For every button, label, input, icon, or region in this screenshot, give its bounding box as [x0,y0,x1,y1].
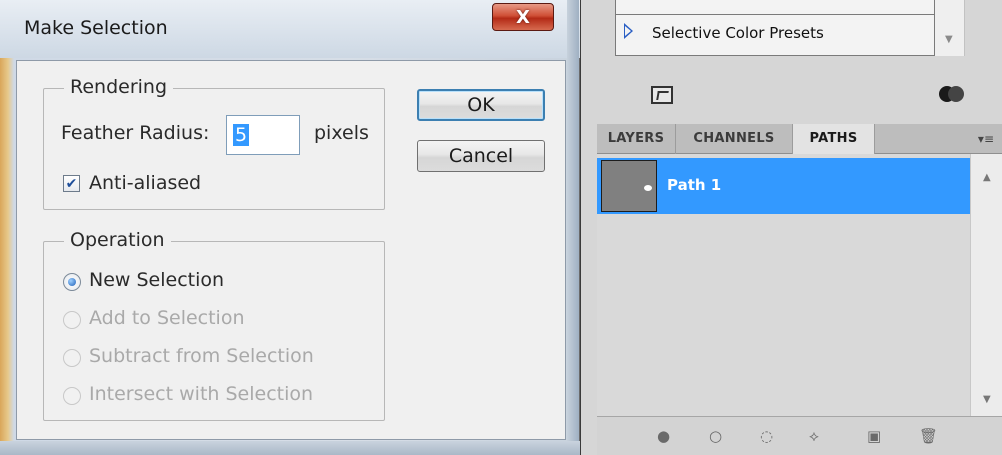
panel-tabs: LAYERS CHANNELS PATHS ▾≡ [597,124,1002,154]
dialog-frame-bottom [0,441,580,455]
checkmark-icon: ✔ [65,175,78,192]
paths-bottom-toolbar: ● ○ ◌ ⟡ ▣ 🗑 [597,416,1002,455]
resize-panel-icon[interactable] [651,86,673,104]
intersect-with-selection-label: Intersect with Selection [89,383,314,405]
dialog-title: Make Selection [24,17,168,39]
new-path-icon[interactable]: ▣ [867,429,881,444]
path-row[interactable]: Path 1 [597,158,970,214]
subtract-from-selection-label: Subtract from Selection [89,345,314,367]
photoshop-panel-dock: Selective Color Presets ▼ LAYERS CHANNEL… [581,0,1002,455]
presets-list: Selective Color Presets [615,0,935,56]
tab-channels[interactable]: CHANNELS [676,124,793,154]
fill-path-icon[interactable]: ● [657,429,670,444]
radio-new-selection[interactable] [63,273,81,291]
paths-scrollbar[interactable]: ▲ ▼ [970,154,1002,416]
radio-add-to-selection[interactable] [63,311,81,329]
feather-radius-label: Feather Radius: [61,122,210,144]
dialog-frame-right [567,0,579,455]
rendering-legend: Rendering [64,76,174,98]
path-thumbnail [601,160,657,212]
expand-triangle-icon[interactable] [624,23,633,39]
tab-layers[interactable]: LAYERS [597,124,676,154]
make-work-path-icon[interactable]: ⟡ [809,429,819,444]
screen: Make Selection X Rendering Feather Radiu… [0,0,1002,455]
add-to-selection-label: Add to Selection [89,307,245,329]
list-divider [616,14,934,15]
adjustment-layer-icon[interactable] [939,86,969,104]
anti-aliased-checkbox[interactable]: ✔ [63,175,80,192]
path-name: Path 1 [667,176,722,194]
selective-color-presets-item[interactable]: Selective Color Presets [652,24,824,42]
presets-scrollbar[interactable]: ▼ [935,0,965,56]
feather-radius-value: 5 [233,124,250,146]
make-selection-dialog: Make Selection X Rendering Feather Radiu… [0,0,580,455]
feather-radius-input[interactable]: 5 [226,115,300,155]
cancel-button[interactable]: Cancel [417,140,545,172]
path-shape-icon [644,185,652,191]
radio-subtract-from-selection[interactable] [63,349,81,367]
delete-path-icon[interactable]: 🗑 [919,429,938,444]
new-selection-label: New Selection [89,269,225,291]
scroll-up-arrow-icon[interactable]: ▲ [983,172,991,183]
radio-intersect-with-selection[interactable] [63,387,81,405]
feather-unit-label: pixels [314,122,369,144]
load-selection-icon[interactable]: ◌ [760,429,773,444]
close-button[interactable]: X [492,3,554,31]
ok-button[interactable]: OK [417,89,545,121]
close-icon: X [516,6,530,28]
operation-legend: Operation [64,229,171,251]
stroke-path-icon[interactable]: ○ [709,429,722,444]
panel-menu-icon[interactable]: ▾≡ [978,132,994,146]
dialog-client-area: Rendering Feather Radius: 5 pixels ✔ Ant… [16,60,566,440]
paths-list: Path 1 [597,154,970,416]
scroll-down-arrow-icon[interactable]: ▼ [945,34,953,45]
anti-aliased-label: Anti-aliased [89,172,202,194]
tab-paths[interactable]: PATHS [793,124,875,154]
scroll-down-arrow-icon[interactable]: ▼ [983,394,991,405]
